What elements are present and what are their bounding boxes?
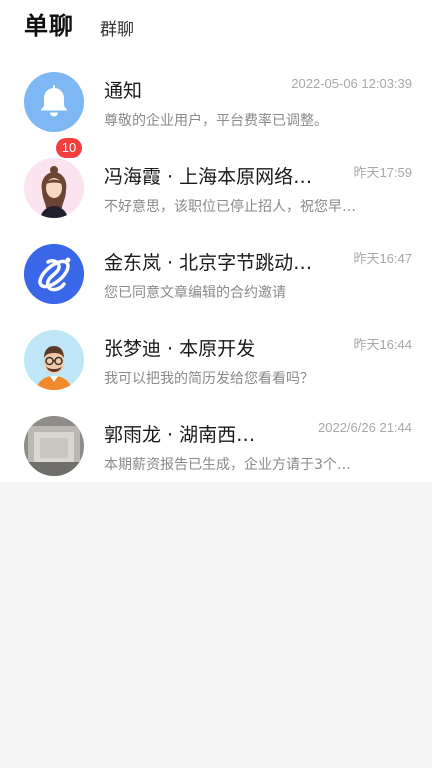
tab-single-chat[interactable]: 单聊 bbox=[24, 6, 74, 41]
conversation-notification[interactable]: 通知 2022-05-06 12:03:39 尊敬的企业用户，平台费率已调整。 bbox=[0, 58, 432, 144]
conversation-preview: 尊敬的企业用户，平台费率已调整。 bbox=[104, 113, 328, 129]
conversation-time: 2022/6/26 21:44 bbox=[318, 420, 412, 435]
conversation-preview: 本期薪资报告已生成，企业方请于3个… bbox=[104, 457, 351, 473]
conversation-name: 通知 bbox=[104, 80, 143, 102]
unread-badge: 10 bbox=[56, 138, 82, 158]
notification-avatar bbox=[24, 72, 84, 132]
conversation-name: 郭雨龙 · 湖南西… bbox=[104, 424, 256, 446]
conversation-preview: 我可以把我的简历发给您看看吗？ bbox=[104, 371, 314, 387]
woman-avatar bbox=[24, 158, 84, 218]
conversation-time: 昨天17:59 bbox=[353, 165, 412, 180]
conversation-zhang-mengdi[interactable]: 张梦迪 · 本原开发 昨天16:44 我可以把我的简历发给您看看吗？ bbox=[0, 316, 432, 402]
man-glasses-avatar bbox=[24, 330, 84, 390]
tab-group-chat[interactable]: 群聊 bbox=[100, 15, 134, 40]
conversation-jin-donglan[interactable]: 金东岚 · 北京字节跳动… 昨天16:47 您已同意文章编辑的合约邀请 bbox=[0, 230, 432, 316]
conversation-time: 2022-05-06 12:03:39 bbox=[291, 76, 412, 91]
conversation-name: 张梦迪 · 本原开发 bbox=[104, 338, 256, 360]
conversation-name: 金东岚 · 北京字节跳动… bbox=[104, 252, 313, 274]
conversation-time: 昨天16:47 bbox=[353, 251, 412, 266]
conversation-preview: 您已同意文章编辑的合约邀请 bbox=[104, 285, 286, 301]
bell-icon bbox=[40, 85, 68, 117]
chat-list-panel: 单聊 群聊 通知 2022-05-06 12:03:39 尊敬的企业用户，平台费… bbox=[0, 0, 432, 482]
company-logo bbox=[24, 244, 84, 304]
conversation-feng-haixia[interactable]: 10 冯海霞 · 上海本原网络… 昨天17:59 不好意思，该职位已停止招人，祝… bbox=[0, 138, 432, 230]
conversation-preview: 不好意思，该职位已停止招人，祝您早… bbox=[104, 199, 356, 215]
chat-tabs: 单聊 群聊 bbox=[0, 0, 432, 56]
conversation-name: 冯海霞 · 上海本原网络… bbox=[104, 166, 313, 188]
photo-avatar bbox=[24, 416, 84, 476]
conversation-time: 昨天16:44 bbox=[353, 337, 412, 352]
conversation-guo-yulong[interactable]: 郭雨龙 · 湖南西… 2022/6/26 21:44 本期薪资报告已生成，企业方… bbox=[0, 402, 432, 488]
